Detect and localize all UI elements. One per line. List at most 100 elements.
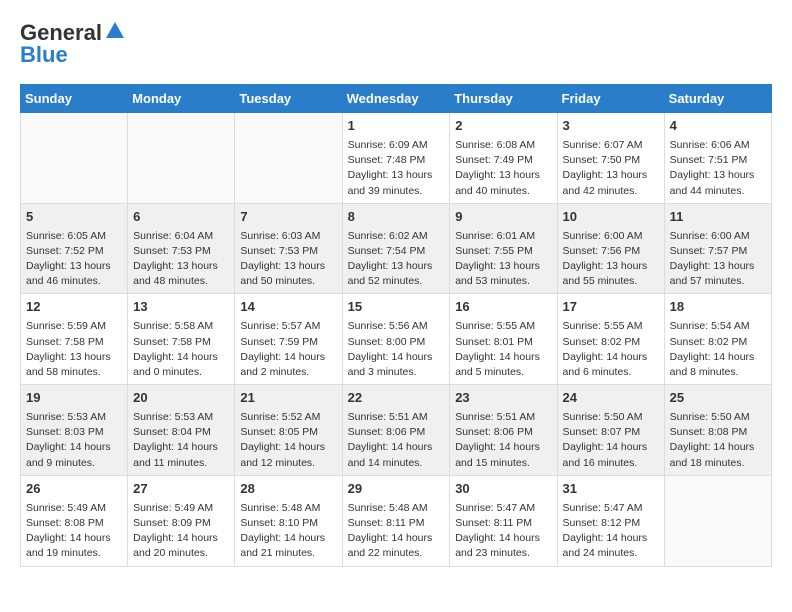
day-info: Sunrise: 5:50 AM Sunset: 8:08 PM Dayligh… (670, 410, 766, 471)
day-info: Sunrise: 5:53 AM Sunset: 8:04 PM Dayligh… (133, 410, 229, 471)
calendar-cell: 31 Sunrise: 5:47 AM Sunset: 8:12 PM Dayli… (557, 475, 664, 566)
day-number: 31 (563, 480, 659, 499)
calendar-cell: 16 Sunrise: 5:55 AM Sunset: 8:01 PM Dayli… (450, 294, 557, 385)
day-info: Sunrise: 5:58 AM Sunset: 7:58 PM Dayligh… (133, 319, 229, 380)
day-info: Sunrise: 6:02 AM Sunset: 7:54 PM Dayligh… (348, 229, 445, 290)
day-number: 28 (240, 480, 336, 499)
calendar-cell: 21 Sunrise: 5:52 AM Sunset: 8:05 PM Dayli… (235, 385, 342, 476)
weekday-header: Tuesday (235, 85, 342, 113)
weekday-header: Saturday (664, 85, 771, 113)
day-number: 18 (670, 298, 766, 317)
day-info: Sunrise: 6:09 AM Sunset: 7:48 PM Dayligh… (348, 138, 445, 199)
day-info: Sunrise: 5:51 AM Sunset: 8:06 PM Dayligh… (455, 410, 551, 471)
day-info: Sunrise: 5:50 AM Sunset: 8:07 PM Dayligh… (563, 410, 659, 471)
day-number: 2 (455, 117, 551, 136)
calendar-cell: 28 Sunrise: 5:48 AM Sunset: 8:10 PM Dayli… (235, 475, 342, 566)
day-number: 26 (26, 480, 122, 499)
day-info: Sunrise: 6:03 AM Sunset: 7:53 PM Dayligh… (240, 229, 336, 290)
calendar-table: SundayMondayTuesdayWednesdayThursdayFrid… (20, 84, 772, 567)
calendar-cell: 30 Sunrise: 5:47 AM Sunset: 8:11 PM Dayli… (450, 475, 557, 566)
calendar-cell: 4Sunrise: 6:06 AM Sunset: 7:51 PM Daylig… (664, 113, 771, 204)
calendar-cell: 9Sunrise: 6:01 AM Sunset: 7:55 PM Daylig… (450, 203, 557, 294)
calendar-cell: 23Sunrise: 5:51 AM Sunset: 8:06 PM Dayli… (450, 385, 557, 476)
day-info: Sunrise: 6:00 AM Sunset: 7:56 PM Dayligh… (563, 229, 659, 290)
day-info: Sunrise: 6:04 AM Sunset: 7:53 PM Dayligh… (133, 229, 229, 290)
day-info: Sunrise: 5:49 AM Sunset: 8:08 PM Dayligh… (26, 501, 122, 562)
day-number: 5 (26, 208, 122, 227)
calendar-cell: 11 Sunrise: 6:00 AM Sunset: 7:57 PM Dayli… (664, 203, 771, 294)
day-info: Sunrise: 5:47 AM Sunset: 8:11 PM Dayligh… (455, 501, 551, 562)
day-info: Sunrise: 5:56 AM Sunset: 8:00 PM Dayligh… (348, 319, 445, 380)
day-number: 24 (563, 389, 659, 408)
calendar-cell: 8 Sunrise: 6:02 AM Sunset: 7:54 PM Daylig… (342, 203, 450, 294)
calendar-cell: 18 Sunrise: 5:54 AM Sunset: 8:02 PM Dayli… (664, 294, 771, 385)
day-info: Sunrise: 5:54 AM Sunset: 8:02 PM Dayligh… (670, 319, 766, 380)
day-number: 11 (670, 208, 766, 227)
calendar-cell: 5Sunrise: 6:05 AM Sunset: 7:52 PM Daylig… (21, 203, 128, 294)
calendar-cell: 17 Sunrise: 5:55 AM Sunset: 8:02 PM Dayli… (557, 294, 664, 385)
calendar-cell: 15 Sunrise: 5:56 AM Sunset: 8:00 PM Dayli… (342, 294, 450, 385)
day-info: Sunrise: 5:55 AM Sunset: 8:02 PM Dayligh… (563, 319, 659, 380)
day-info: Sunrise: 6:08 AM Sunset: 7:49 PM Dayligh… (455, 138, 551, 199)
day-info: Sunrise: 5:51 AM Sunset: 8:06 PM Dayligh… (348, 410, 445, 471)
day-number: 3 (563, 117, 659, 136)
day-info: Sunrise: 5:48 AM Sunset: 8:10 PM Dayligh… (240, 501, 336, 562)
calendar-cell: 14 Sunrise: 5:57 AM Sunset: 7:59 PM Dayli… (235, 294, 342, 385)
logo: General Blue (20, 20, 126, 68)
calendar-cell: 2 Sunrise: 6:08 AM Sunset: 7:49 PM Daylig… (450, 113, 557, 204)
weekday-header: Wednesday (342, 85, 450, 113)
day-number: 1 (348, 117, 445, 136)
day-number: 17 (563, 298, 659, 317)
calendar-header-row: SundayMondayTuesdayWednesdayThursdayFrid… (21, 85, 772, 113)
calendar-cell: 20 Sunrise: 5:53 AM Sunset: 8:04 PM Dayli… (128, 385, 235, 476)
calendar-week-row: 1 Sunrise: 6:09 AM Sunset: 7:48 PM Daylig… (21, 113, 772, 204)
day-number: 15 (348, 298, 445, 317)
weekday-header: Monday (128, 85, 235, 113)
calendar-cell: 6Sunrise: 6:04 AM Sunset: 7:53 PM Daylig… (128, 203, 235, 294)
day-number: 10 (563, 208, 659, 227)
day-number: 8 (348, 208, 445, 227)
weekday-header: Thursday (450, 85, 557, 113)
logo-blue-text: Blue (20, 42, 68, 68)
day-number: 25 (670, 389, 766, 408)
day-number: 19 (26, 389, 122, 408)
calendar-cell: 22 Sunrise: 5:51 AM Sunset: 8:06 PM Dayli… (342, 385, 450, 476)
calendar-cell: 29Sunrise: 5:48 AM Sunset: 8:11 PM Dayli… (342, 475, 450, 566)
weekday-header: Sunday (21, 85, 128, 113)
day-info: Sunrise: 5:47 AM Sunset: 8:12 PM Dayligh… (563, 501, 659, 562)
calendar-cell: 26 Sunrise: 5:49 AM Sunset: 8:08 PM Dayli… (21, 475, 128, 566)
calendar-cell: 12Sunrise: 5:59 AM Sunset: 7:58 PM Dayli… (21, 294, 128, 385)
day-number: 22 (348, 389, 445, 408)
calendar-cell: 3Sunrise: 6:07 AM Sunset: 7:50 PM Daylig… (557, 113, 664, 204)
calendar-week-row: 19 Sunrise: 5:53 AM Sunset: 8:03 PM Dayli… (21, 385, 772, 476)
calendar-cell: 7Sunrise: 6:03 AM Sunset: 7:53 PM Daylig… (235, 203, 342, 294)
day-number: 16 (455, 298, 551, 317)
day-info: Sunrise: 5:55 AM Sunset: 8:01 PM Dayligh… (455, 319, 551, 380)
day-info: Sunrise: 5:48 AM Sunset: 8:11 PM Dayligh… (348, 501, 445, 562)
calendar-cell: 27 Sunrise: 5:49 AM Sunset: 8:09 PM Dayli… (128, 475, 235, 566)
calendar-cell (664, 475, 771, 566)
day-info: Sunrise: 5:57 AM Sunset: 7:59 PM Dayligh… (240, 319, 336, 380)
day-number: 14 (240, 298, 336, 317)
calendar-cell (128, 113, 235, 204)
day-info: Sunrise: 5:53 AM Sunset: 8:03 PM Dayligh… (26, 410, 122, 471)
day-info: Sunrise: 6:00 AM Sunset: 7:57 PM Dayligh… (670, 229, 766, 290)
calendar-cell (21, 113, 128, 204)
calendar-week-row: 26 Sunrise: 5:49 AM Sunset: 8:08 PM Dayli… (21, 475, 772, 566)
day-number: 9 (455, 208, 551, 227)
calendar-cell (235, 113, 342, 204)
day-number: 13 (133, 298, 229, 317)
calendar-cell: 25 Sunrise: 5:50 AM Sunset: 8:08 PM Dayli… (664, 385, 771, 476)
logo-icon (104, 20, 126, 42)
day-number: 20 (133, 389, 229, 408)
calendar-cell: 13 Sunrise: 5:58 AM Sunset: 7:58 PM Dayli… (128, 294, 235, 385)
page-header: General Blue (20, 20, 772, 68)
day-number: 21 (240, 389, 336, 408)
day-number: 30 (455, 480, 551, 499)
day-info: Sunrise: 5:49 AM Sunset: 8:09 PM Dayligh… (133, 501, 229, 562)
day-info: Sunrise: 5:52 AM Sunset: 8:05 PM Dayligh… (240, 410, 336, 471)
day-number: 12 (26, 298, 122, 317)
calendar-week-row: 12Sunrise: 5:59 AM Sunset: 7:58 PM Dayli… (21, 294, 772, 385)
weekday-header: Friday (557, 85, 664, 113)
day-number: 27 (133, 480, 229, 499)
